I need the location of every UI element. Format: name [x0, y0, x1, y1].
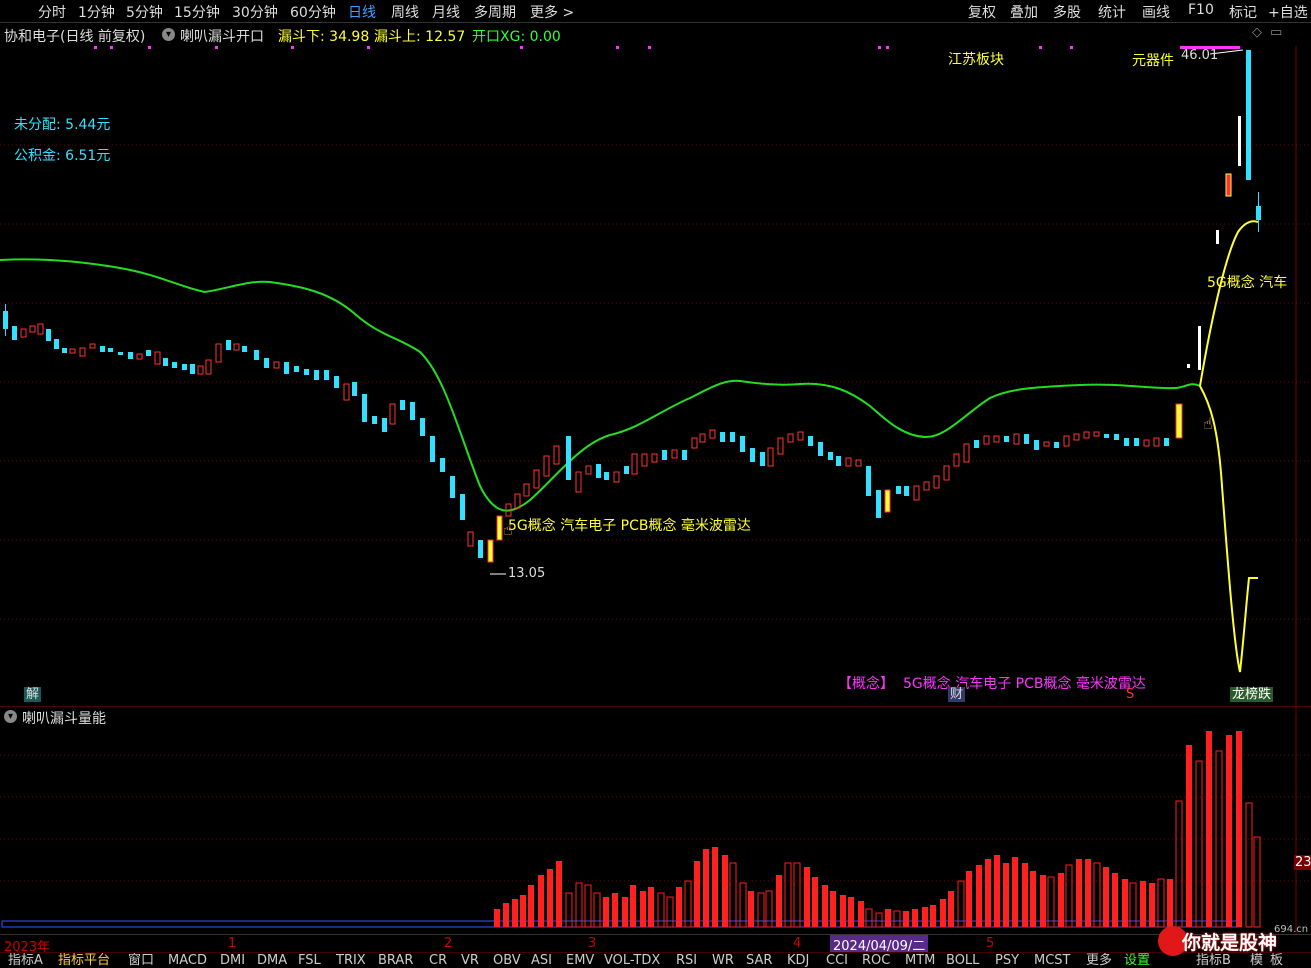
- watermark-site: 694.cn: [1274, 924, 1309, 935]
- open-xg-value: 开口XG: 0.00: [472, 29, 561, 45]
- reserve-fund: 公积金: 6.51元: [14, 148, 111, 164]
- date-month-1: 1: [228, 936, 237, 951]
- draw-line-button[interactable]: 画线: [1142, 2, 1170, 22]
- tab-cci[interactable]: CCI: [826, 954, 848, 968]
- tab-trix[interactable]: TRIX: [336, 954, 366, 968]
- kline-svg: [0, 46, 1311, 706]
- sub-right-value: 23: [1294, 855, 1311, 870]
- tab-brar[interactable]: BRAR: [378, 954, 413, 968]
- date-month-4: 4: [793, 936, 802, 951]
- funnel-upper-value: 漏斗上: 12.57: [374, 29, 466, 45]
- period-tab-daily[interactable]: 日线: [348, 2, 376, 22]
- tab-fsl[interactable]: FSL: [298, 954, 321, 968]
- expand-icon[interactable]: ▭: [1270, 25, 1282, 40]
- tab-dma[interactable]: DMA: [257, 954, 287, 968]
- volume-svg: [0, 707, 1311, 935]
- tab-asi[interactable]: ASI: [531, 954, 552, 968]
- tab-emv[interactable]: EMV: [566, 954, 594, 968]
- date-axis: 2023年 1 2 3 4 2024/04/09/二 5: [0, 934, 1311, 955]
- period-tab-weekly[interactable]: 周线: [391, 2, 419, 22]
- tab-more[interactable]: 更多: [1086, 954, 1112, 968]
- tab-psy[interactable]: PSY: [995, 954, 1019, 968]
- chart-info-line: 协和电子(日线 前复权) ▾ 喇叭漏斗开口 漏斗下: 34.98 漏斗上: 12…: [0, 23, 1311, 45]
- concept-label-right[interactable]: 5G概念 汽车: [1207, 272, 1287, 292]
- period-tab-multi[interactable]: 多周期: [474, 2, 516, 22]
- indicator-tab-bar: 指标A 指标平台 窗口 MACD DMI DMA FSL TRIX BRAR C…: [0, 952, 1311, 968]
- concept-bottom-tag: 【概念】: [838, 676, 894, 692]
- tab-dmi[interactable]: DMI: [220, 954, 245, 968]
- kline-chart[interactable]: 未分配: 5.44元 公积金: 6.51元 江苏板块 元器件 46.01 13.…: [0, 46, 1311, 706]
- hand-cursor-icon: ☝: [503, 520, 513, 539]
- date-month-3: 3: [588, 936, 597, 951]
- period-tab-monthly[interactable]: 月线: [432, 2, 460, 22]
- low-price-label: 13.05: [508, 566, 546, 581]
- period-tab-60min[interactable]: 60分钟: [290, 2, 336, 22]
- mark-button[interactable]: 标记: [1229, 2, 1257, 22]
- indicator-dropdown-icon[interactable]: ▾: [162, 28, 175, 41]
- date-month-5: 5: [986, 936, 995, 951]
- tab-vol-tdx[interactable]: VOL-TDX: [604, 954, 660, 968]
- volume-gridlines: [0, 754, 1311, 882]
- period-toolbar: 分时 1分钟 5分钟 15分钟 30分钟 60分钟 日线 周线 月线 多周期 更…: [0, 0, 1311, 23]
- indicator-name[interactable]: 喇叭漏斗开口: [180, 26, 264, 46]
- concept-label-mid[interactable]: 5G概念 汽车电子 PCB概念 毫米波雷达: [508, 515, 751, 535]
- watermark-text: 你就是股神: [1182, 932, 1278, 954]
- volume-baseline-markers: [1, 920, 1239, 928]
- longbang-die-badge[interactable]: 龙榜跌: [1230, 687, 1274, 702]
- tab-settings[interactable]: 设置: [1124, 954, 1150, 968]
- tab-mcst[interactable]: MCST: [1034, 954, 1071, 968]
- s-badge[interactable]: S: [1124, 687, 1136, 702]
- sub-indicator-title[interactable]: 喇叭漏斗量能: [22, 708, 106, 728]
- high-price-label: 46.01: [1181, 48, 1219, 63]
- tab-obv[interactable]: OBV: [493, 954, 521, 968]
- candles: [3, 50, 1261, 563]
- tab-sar[interactable]: SAR: [746, 954, 772, 968]
- fuquan-button[interactable]: 复权: [968, 2, 996, 22]
- jie-badge[interactable]: 解: [24, 687, 42, 702]
- tab-mtm[interactable]: MTM: [905, 954, 935, 968]
- stats-button[interactable]: 统计: [1098, 2, 1126, 22]
- f10-button[interactable]: F10: [1188, 2, 1214, 18]
- tab-wr[interactable]: WR: [712, 954, 734, 968]
- sector-label[interactable]: 江苏板块: [948, 49, 1004, 69]
- funnel-lower-value: 漏斗下: 34.98: [278, 29, 370, 45]
- tab-boll[interactable]: BOLL: [946, 954, 979, 968]
- watermark: 你就是股神 694.cn: [1158, 922, 1308, 966]
- period-tab-30min[interactable]: 30分钟: [232, 2, 278, 22]
- sub-indicator-dropdown-icon[interactable]: ▾: [4, 710, 17, 723]
- tab-kdj[interactable]: KDJ: [787, 954, 809, 968]
- diamond-icon[interactable]: ◇: [1252, 25, 1262, 40]
- signal-dots: [94, 46, 1240, 49]
- volume-indicator-pane[interactable]: ▾ 喇叭漏斗量能 23: [0, 706, 1311, 935]
- period-tab-15min[interactable]: 15分钟: [174, 2, 220, 22]
- hand-cursor-icon-2: ☝: [1203, 414, 1213, 433]
- tab-roc[interactable]: ROC: [862, 954, 890, 968]
- tab-indicator-platform[interactable]: 指标平台: [58, 954, 110, 968]
- period-tab-1min[interactable]: 1分钟: [78, 2, 115, 22]
- price-gridlines: [0, 144, 1311, 620]
- period-tab-more[interactable]: 更多 >: [530, 2, 574, 22]
- tab-indicator-a[interactable]: 指标A: [8, 954, 43, 968]
- overlay-button[interactable]: 叠加: [1010, 2, 1038, 22]
- undistributed-profit: 未分配: 5.44元: [14, 117, 111, 133]
- tab-vr[interactable]: VR: [461, 954, 479, 968]
- concept-bottom-text[interactable]: 5G概念 汽车电子 PCB概念 毫米波雷达: [903, 673, 1146, 693]
- add-watchlist-button[interactable]: +自选: [1268, 2, 1308, 22]
- tab-macd[interactable]: MACD: [168, 954, 207, 968]
- period-tab-5min[interactable]: 5分钟: [126, 2, 163, 22]
- stock-name[interactable]: 协和电子(日线 前复权): [4, 26, 145, 46]
- tab-rsi[interactable]: RSI: [676, 954, 697, 968]
- tab-cr[interactable]: CR: [429, 954, 447, 968]
- date-month-2: 2: [444, 936, 453, 951]
- multi-stock-button[interactable]: 多股: [1053, 2, 1081, 22]
- cai-badge[interactable]: 财: [948, 687, 966, 702]
- component-label[interactable]: 元器件: [1132, 50, 1174, 70]
- tab-window[interactable]: 窗口: [128, 954, 154, 968]
- period-tab-timeshare[interactable]: 分时: [38, 2, 66, 22]
- volume-bars: [494, 731, 1261, 928]
